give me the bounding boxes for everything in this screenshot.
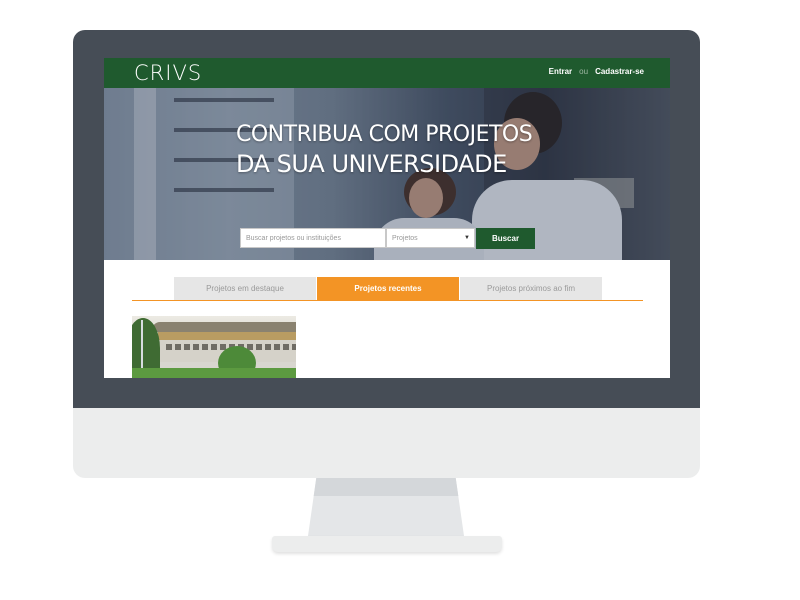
caret-down-icon: ▼ (464, 235, 470, 241)
login-link[interactable]: Entrar (549, 67, 573, 76)
tab-ending-projects[interactable]: Projetos próximos ao fim (460, 277, 602, 300)
tab-featured-projects[interactable]: Projetos em destaque (174, 277, 316, 300)
search-type-select[interactable]: Projetos ▼ (386, 228, 475, 248)
search-type-value: Projetos (392, 235, 418, 242)
top-navbar: CRIVS Entrar ou Cadastrar-se (104, 58, 670, 88)
signup-link[interactable]: Cadastrar-se (595, 67, 644, 76)
monitor-chin (73, 408, 700, 478)
hero-title-line1: CONTRIBUA COM PROJETOS (236, 122, 533, 147)
search-input[interactable]: Buscar projetos ou instituições (240, 228, 386, 248)
or-separator: ou (579, 67, 589, 76)
search-button[interactable]: Buscar (476, 228, 535, 249)
monitor-stand (307, 478, 465, 536)
hero-banner: CONTRIBUA COM PROJETOS DA SUA UNIVERSIDA… (104, 88, 670, 260)
hero-title-line2: DA SUA UNIVERSIDADE (236, 150, 507, 178)
auth-links: Entrar ou Cadastrar-se (549, 67, 644, 76)
project-card-image[interactable] (132, 316, 296, 378)
site-logo[interactable]: CRIVS (134, 61, 202, 85)
tabs-underline (132, 300, 643, 301)
tab-recent-projects[interactable]: Projetos recentes (317, 277, 459, 300)
monitor-base (272, 536, 502, 552)
screen: CRIVS Entrar ou Cadastrar-se CONTRIBUA COM… (104, 58, 670, 378)
hero-title: CONTRIBUA COM PROJETOS DA SUA UNIVERSIDA… (236, 121, 533, 179)
project-tabs: Projetos em destaque Projetos recentes P… (174, 277, 602, 300)
